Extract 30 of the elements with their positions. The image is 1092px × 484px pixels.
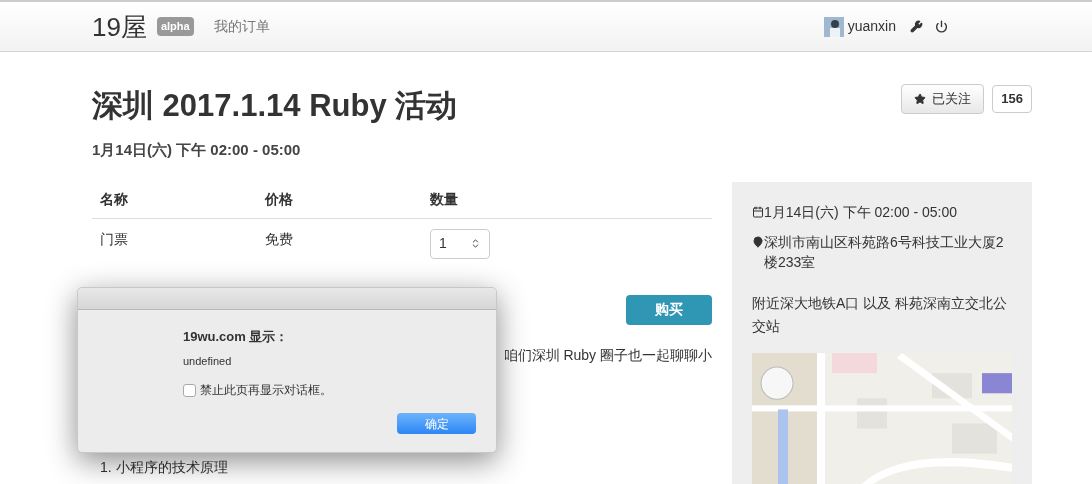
- column-header: 数量: [429, 190, 458, 209]
- list-item: 1. 小程序的技术原理: [100, 457, 229, 476]
- table-cell-text: 门票: [99, 229, 129, 249]
- column-header: 名称: [99, 190, 129, 209]
- follower-count: 156: [992, 85, 1032, 113]
- quantity-select[interactable]: 1: [430, 228, 490, 259]
- description-text: 咱们深圳 Ruby 圈子也一起聊聊小: [503, 345, 712, 365]
- nav-link[interactable]: 我的订单: [213, 16, 270, 37]
- column-header: 价格: [263, 190, 294, 209]
- event-time: 1月14日(六) 下午 02:00 - 05:00: [764, 202, 957, 222]
- event-title: 深圳 2017.1.14 Ruby 活动: [92, 88, 458, 124]
- stepper-icon: [470, 238, 481, 249]
- checkbox-label: 禁止此页再显示对话框。: [200, 382, 332, 399]
- star-icon: [914, 93, 927, 105]
- transit-note: 附近深大地铁A口 以及 科苑深南立交北公交站: [752, 293, 1009, 336]
- calendar-icon: [752, 205, 764, 218]
- dialog-message: undefined: [183, 353, 233, 369]
- follow-button[interactable]: 已关注: [901, 84, 985, 114]
- location-pin-icon: [752, 235, 764, 248]
- table-cell-text: 免费: [264, 229, 294, 249]
- event-address: 深圳市南山区科苑路6号科技工业大厦2楼233室: [764, 232, 1005, 272]
- username-link[interactable]: yuanxin: [847, 16, 896, 37]
- logout-icon[interactable]: [935, 20, 948, 33]
- settings-icon[interactable]: [910, 20, 923, 33]
- dialog-title: 19wu.com 显示：: [183, 328, 290, 346]
- checkbox[interactable]: [183, 383, 196, 397]
- event-date: 1月14日(六) 下午 02:00 - 05:00: [92, 140, 302, 160]
- site-logo[interactable]: 19屋: [92, 13, 147, 40]
- user-avatar-icon[interactable]: [823, 16, 844, 37]
- alpha-badge: alpha: [156, 17, 194, 36]
